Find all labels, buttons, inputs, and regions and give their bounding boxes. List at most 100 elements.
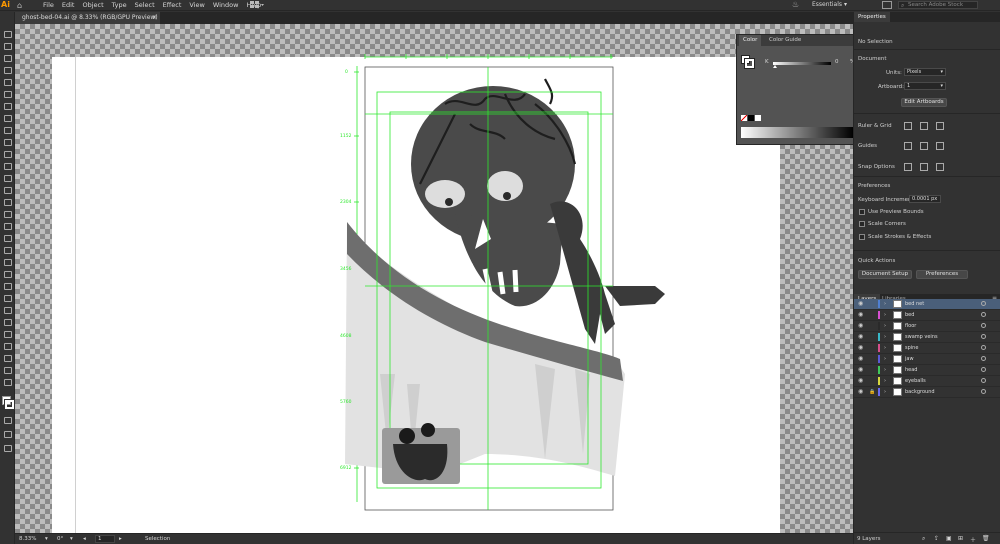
gradient-tool-icon[interactable] [3, 282, 12, 290]
next-artboard-icon[interactable]: ▸ [119, 534, 122, 544]
document-tab[interactable]: ghost-bed-04.ai @ 8.33% (RGB/GPU Preview… [15, 12, 160, 24]
curvature-tool-icon[interactable] [3, 90, 12, 98]
mesh-tool-icon[interactable] [3, 270, 12, 278]
eye-icon[interactable]: ◉ [858, 354, 863, 364]
eye-icon[interactable]: ◉ [858, 332, 863, 342]
menu-object[interactable]: Object [82, 0, 103, 10]
black-swatch-icon[interactable] [748, 115, 754, 121]
document-setup-button[interactable]: Document Setup [858, 270, 912, 279]
clipping-mask-icon[interactable]: ▣ [946, 535, 952, 542]
layer-name[interactable]: bed [905, 310, 914, 320]
target-icon[interactable] [981, 367, 986, 372]
prev-artboard-icon[interactable]: ◂ [83, 534, 86, 544]
symbol-sprayer-tool-icon[interactable] [3, 318, 12, 326]
layer-name[interactable]: floor [905, 321, 916, 331]
hand-tool-icon[interactable] [3, 366, 12, 374]
eye-icon[interactable]: ◉ [858, 343, 863, 353]
color-mode-icon[interactable] [3, 416, 12, 424]
preferences-button[interactable]: Preferences [916, 270, 968, 279]
target-icon[interactable] [981, 389, 986, 394]
layer-row[interactable]: ◉ › swamp veins [854, 332, 1000, 343]
layer-row[interactable]: ◉ › jaw [854, 354, 1000, 365]
target-icon[interactable] [981, 356, 986, 361]
layer-row[interactable]: ◉ › floor [854, 321, 1000, 332]
type-tool-icon[interactable] [3, 102, 12, 110]
menu-effect[interactable]: Effect [163, 0, 182, 10]
artboard-select[interactable]: 1 ▾ [904, 82, 946, 90]
shaper-tool-icon[interactable] [3, 162, 12, 170]
new-layer-icon[interactable]: ＋ [970, 535, 976, 544]
magic-wand-tool-icon[interactable] [3, 54, 12, 62]
chevron-right-icon[interactable]: › [884, 321, 886, 331]
layer-row[interactable]: ◉ › bed [854, 310, 1000, 321]
layer-name[interactable]: bed net [905, 299, 924, 309]
k-value[interactable]: 0 [835, 59, 839, 65]
units-select[interactable]: Pixels ▾ [904, 68, 946, 76]
menu-edit[interactable]: Edit [62, 0, 75, 10]
chevron-right-icon[interactable]: › [884, 354, 886, 364]
transparency-grid-icon[interactable] [936, 122, 944, 130]
target-icon[interactable] [981, 301, 986, 306]
slice-tool-icon[interactable] [3, 354, 12, 362]
rectangle-tool-icon[interactable] [3, 126, 12, 134]
screen-mode-icon[interactable] [3, 444, 12, 452]
snap-to-glyph-icon[interactable] [936, 163, 944, 171]
scale-strokes-checkbox[interactable] [859, 234, 865, 240]
chevron-right-icon[interactable]: › [884, 299, 886, 309]
use-preview-bounds-checkbox[interactable] [859, 209, 865, 215]
tab-properties[interactable]: Properties [854, 12, 890, 22]
k-slider-handle-icon[interactable] [773, 65, 777, 68]
k-slider[interactable] [773, 62, 831, 65]
home-icon[interactable]: ⌂ [17, 1, 22, 10]
blend-tool-icon[interactable] [3, 306, 12, 314]
lock-icon[interactable]: 🔒 [869, 387, 875, 397]
target-icon[interactable] [981, 334, 986, 339]
smart-guides-icon[interactable] [936, 142, 944, 150]
warp-tool-icon[interactable] [3, 222, 12, 230]
export-icon[interactable]: ⇪ [934, 535, 939, 542]
layer-row[interactable]: ◉ 🔒 › background [854, 387, 1000, 398]
layer-row[interactable]: ◉ › bed net [854, 299, 1000, 310]
menu-window[interactable]: Window [213, 0, 239, 10]
layer-row[interactable]: ◉ › eyeballs [854, 376, 1000, 387]
chevron-right-icon[interactable]: › [884, 310, 886, 320]
chevron-right-icon[interactable]: › [884, 376, 886, 386]
tab-color[interactable]: Color [739, 35, 762, 46]
layer-name[interactable]: spine [905, 343, 918, 353]
menu-select[interactable]: Select [135, 0, 155, 10]
target-icon[interactable] [981, 378, 986, 383]
workspace-switcher[interactable]: Essentials ▾ [812, 0, 847, 10]
eye-icon[interactable]: ◉ [858, 387, 863, 397]
menu-view[interactable]: View [189, 0, 204, 10]
shape-builder-tool-icon[interactable] [3, 246, 12, 254]
close-icon[interactable]: × [152, 12, 157, 24]
grid-icon[interactable] [920, 122, 928, 130]
chevron-right-icon[interactable]: › [884, 332, 886, 342]
eyedropper-tool-icon[interactable] [3, 294, 12, 302]
target-icon[interactable] [981, 312, 986, 317]
snap-to-point-icon[interactable] [904, 163, 912, 171]
lasso-tool-icon[interactable] [3, 66, 12, 74]
layer-row[interactable]: ◉ › head [854, 365, 1000, 376]
perspective-grid-tool-icon[interactable] [3, 258, 12, 266]
line-tool-icon[interactable] [3, 114, 12, 122]
layer-name[interactable]: swamp veins [905, 332, 938, 342]
chevron-down-icon[interactable]: ▾ [45, 534, 48, 544]
drawing-mode-icon[interactable] [3, 430, 12, 438]
layer-name[interactable]: head [905, 365, 917, 375]
artboard-number[interactable]: 1 [95, 535, 115, 543]
target-icon[interactable] [981, 345, 986, 350]
lock-guides-icon[interactable] [920, 142, 928, 150]
keyboard-increment-input[interactable]: 0.0001 px [909, 195, 941, 203]
layer-name[interactable]: eyeballs [905, 376, 926, 386]
paintbrush-tool-icon[interactable] [3, 138, 12, 146]
lightbulb-icon[interactable]: ♨ [792, 0, 799, 10]
ruler-icon[interactable] [904, 122, 912, 130]
zoom-tool-icon[interactable] [3, 378, 12, 386]
white-swatch-icon[interactable] [755, 115, 761, 121]
chevron-down-icon[interactable]: ▾ [70, 534, 73, 544]
menu-file[interactable]: File [43, 0, 54, 10]
pen-tool-icon[interactable] [3, 78, 12, 86]
canvas-area[interactable]: 0 1152 2304 3456 4608 5760 6912 [15, 24, 853, 533]
scale-tool-icon[interactable] [3, 198, 12, 206]
